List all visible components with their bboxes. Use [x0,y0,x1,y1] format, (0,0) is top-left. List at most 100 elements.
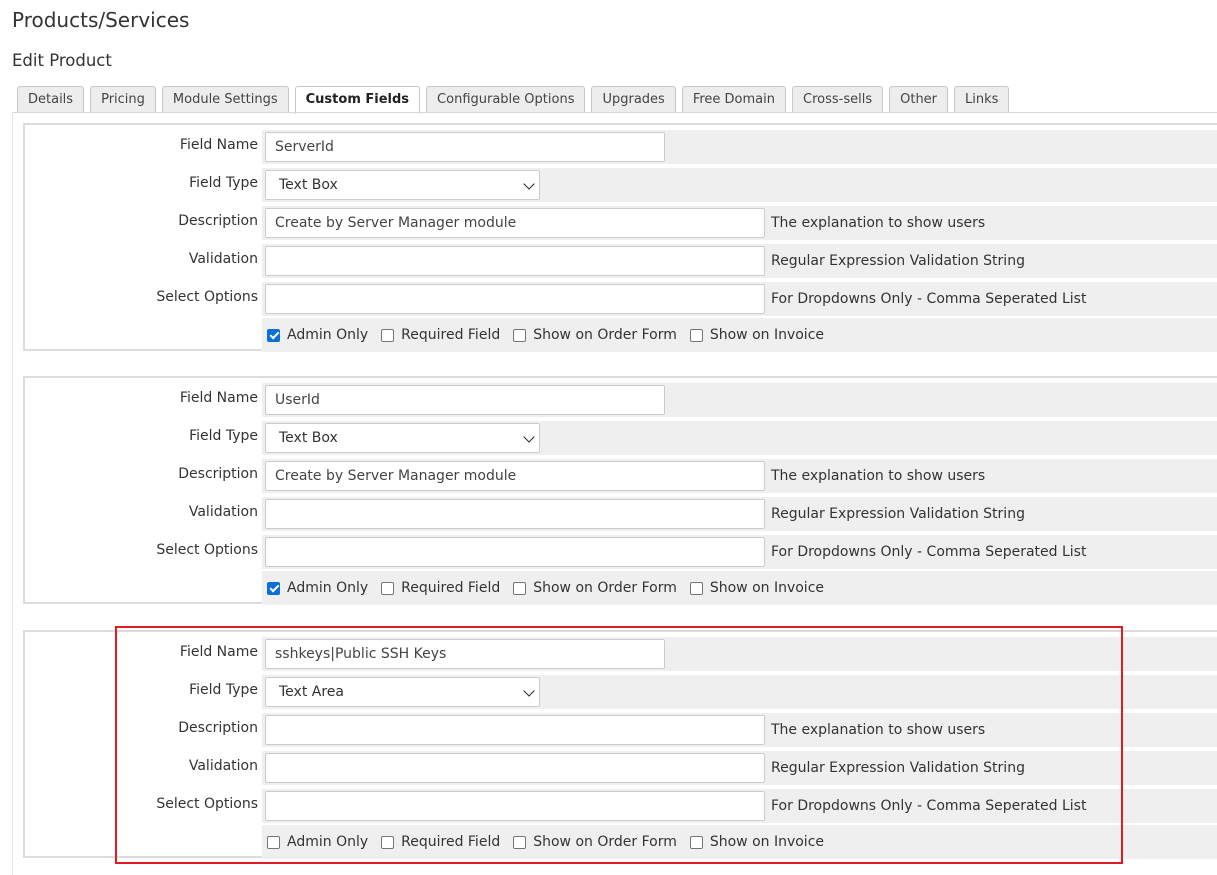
select-options-input[interactable] [265,791,765,821]
form-cell: For Dropdowns Only - Comma Seperated Lis… [262,535,1217,569]
description-hint: The explanation to show users [771,215,986,231]
validation-label: Validation [188,758,258,774]
form-row-options: Admin Only Required Field Show on Order Fo… [25,825,1217,861]
validation-input[interactable] [265,499,765,529]
show-on-invoice-label: Show on Invoice [709,834,825,850]
admin-only-checkbox[interactable] [267,581,280,595]
show-on-order-form-label: Show on Order Form [533,834,677,850]
tab-other[interactable]: Other [889,86,949,113]
form-cell: Regular Expression Validation String [262,244,1217,278]
field-type-select[interactable]: Text Area [265,677,540,707]
form-row-description: Description The explanation to show users [25,713,1217,749]
form-cell: Admin Only Required Field Show on Order Fo… [262,318,1217,352]
tab-divider [12,112,1217,113]
validation-label: Validation [188,504,258,520]
form-cell: Regular Expression Validation String [262,497,1217,531]
form-row-validation: Validation Regular Expression Validation … [25,497,1217,533]
description-hint: The explanation to show users [771,468,986,484]
tab-configurable-options[interactable]: Configurable Options [426,86,586,113]
required-field-checkbox[interactable] [381,581,395,595]
form-row-validation: Validation Regular Expression Validation … [25,244,1217,280]
tab-upgrades[interactable]: Upgrades [591,86,676,113]
custom-field-block: Field Name Field Type Text Box Description T… [23,123,1217,354]
tab-free-domain[interactable]: Free Domain [681,86,786,113]
form-cell: For Dropdowns Only - Comma Seperated Lis… [262,282,1217,316]
show-on-order-form-checkbox[interactable] [513,581,527,595]
form-cell [262,637,1217,671]
field-options: Admin Only Required Field Show on Order Fo… [267,571,837,605]
form-cell: Text Box [262,168,1217,202]
chevron-down-icon [523,431,535,443]
page-subtitle: Edit Product [12,51,112,70]
description-hint: The explanation to show users [771,722,986,738]
tab-bar: Details Pricing Module Settings Custom F… [17,86,1015,114]
field-name-input[interactable] [265,132,665,162]
form-row-options: Admin Only Required Field Show on Order Fo… [25,318,1217,354]
select-options-label: Select Options [156,542,258,558]
form-row-description: Description The explanation to show users [25,459,1217,495]
show-on-order-form-checkbox[interactable] [513,835,527,849]
tab-pricing[interactable]: Pricing [90,86,156,113]
chevron-down-icon [523,685,535,697]
form-cell: Admin Only Required Field Show on Order Fo… [262,825,1217,859]
description-label: Description [178,466,258,482]
form-row-field-name: Field Name [25,637,1217,673]
show-on-invoice-label: Show on Invoice [709,327,825,343]
select-options-label: Select Options [156,289,258,305]
required-field-checkbox[interactable] [381,835,395,849]
form-row-select-options: Select Options For Dropdowns Only - Comma… [25,282,1217,318]
form-cell: Admin Only Required Field Show on Order Fo… [262,571,1217,605]
form-row-field-type: Field Type Text Box [25,168,1217,204]
validation-input[interactable] [265,753,765,783]
tab-links[interactable]: Links [954,86,1010,113]
field-type-select[interactable]: Text Box [265,423,540,453]
field-name-label: Field Name [179,644,258,660]
admin-only-checkbox[interactable] [267,835,280,849]
form-row-options: Admin Only Required Field Show on Order Fo… [25,571,1217,607]
form-row-field-type: Field Type Text Area [25,675,1217,711]
show-on-invoice-label: Show on Invoice [709,580,825,596]
tab-cross-sells[interactable]: Cross-sells [792,86,884,113]
select-options-label: Select Options [156,796,258,812]
custom-field-block: Field Name Field Type Text Box Description T… [23,376,1217,607]
field-name-input[interactable] [265,639,665,669]
show-on-order-form-label: Show on Order Form [533,580,677,596]
show-on-invoice-checkbox[interactable] [689,835,703,849]
field-type-select[interactable]: Text Box [265,170,540,200]
form-cell: Regular Expression Validation String [262,751,1217,785]
validation-input[interactable] [265,246,765,276]
form-cell: Text Box [262,421,1217,455]
form-cell: For Dropdowns Only - Comma Seperated Lis… [262,789,1217,823]
form-row-select-options: Select Options For Dropdowns Only - Comma… [25,535,1217,571]
tab-details[interactable]: Details [17,86,85,113]
field-options: Admin Only Required Field Show on Order Fo… [267,318,837,352]
form-row-field-name: Field Name [25,130,1217,166]
description-input[interactable] [265,461,765,491]
description-input[interactable] [265,208,765,238]
validation-hint: Regular Expression Validation String [771,760,1025,776]
show-on-invoice-checkbox[interactable] [689,328,703,342]
field-name-label: Field Name [179,390,258,406]
form-row-description: Description The explanation to show users [25,206,1217,242]
required-field-label: Required Field [401,327,501,343]
tab-custom-fields[interactable]: Custom Fields [294,86,421,114]
select-options-hint: For Dropdowns Only - Comma Seperated Lis… [771,798,1087,814]
admin-only-checkbox[interactable] [267,328,280,342]
tab-module-settings[interactable]: Module Settings [161,86,289,113]
field-options: Admin Only Required Field Show on Order Fo… [267,825,837,859]
show-on-invoice-checkbox[interactable] [689,581,703,595]
select-options-input[interactable] [265,284,765,314]
field-name-input[interactable] [265,385,665,415]
custom-field-block: Field Name Field Type Text Area Description… [23,630,1217,861]
field-type-label: Field Type [189,682,258,698]
required-field-checkbox[interactable] [381,328,395,342]
page-title: Products/Services [12,8,190,32]
form-row-field-type: Field Type Text Box [25,421,1217,457]
form-cell [262,130,1217,164]
select-options-input[interactable] [265,537,765,567]
description-input[interactable] [265,715,765,745]
form-cell [262,383,1217,417]
form-cell: The explanation to show users [262,206,1217,240]
admin-only-label: Admin Only [287,580,369,596]
show-on-order-form-checkbox[interactable] [513,328,527,342]
